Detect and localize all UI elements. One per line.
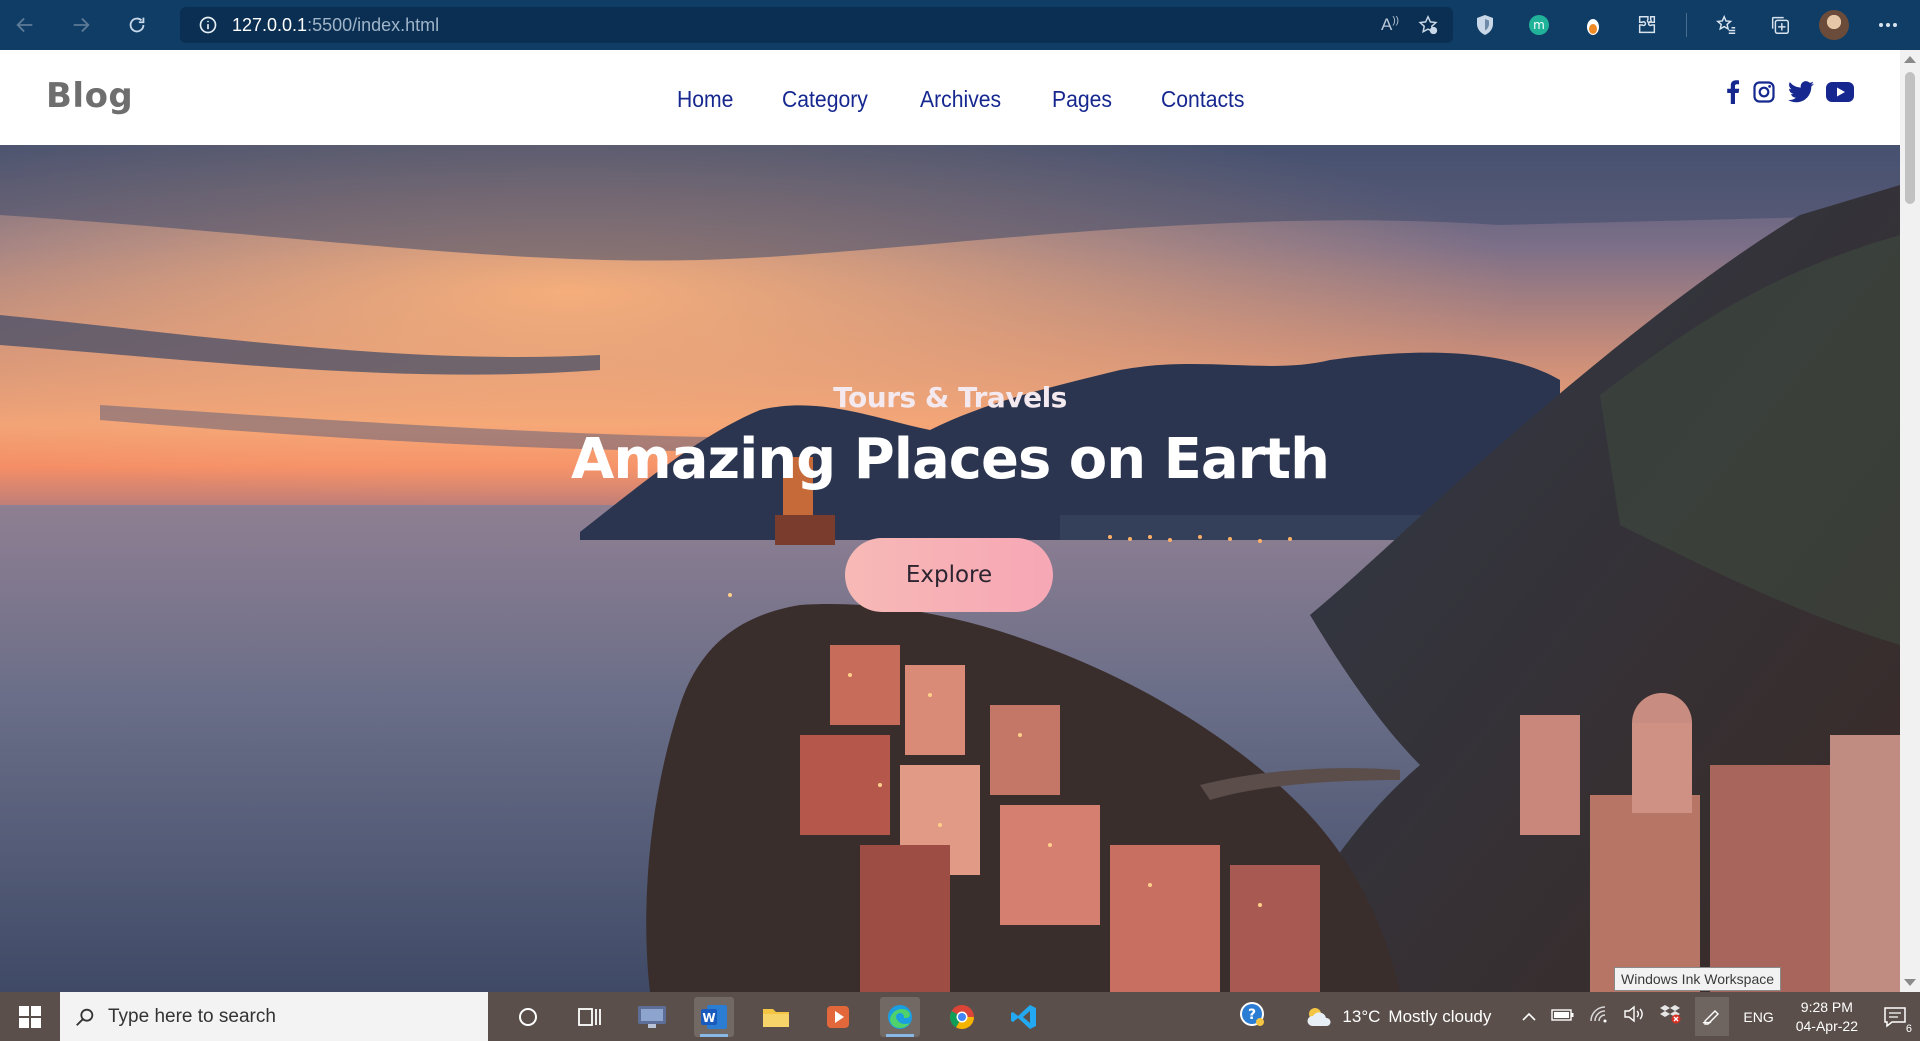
windows-taskbar: Type here to search W ? 13°C Mostly clou… xyxy=(0,992,1920,1041)
url-path: :5500/index.html xyxy=(307,14,440,35)
svg-text:?: ? xyxy=(1248,1007,1256,1023)
honey-extension-icon[interactable] xyxy=(1578,10,1608,40)
input-language[interactable]: ENG xyxy=(1743,1009,1773,1025)
nav-category[interactable]: Category xyxy=(782,86,868,113)
url-host: 127.0.0.1 xyxy=(232,14,308,35)
notifications-button[interactable]: 6 xyxy=(1872,992,1920,1041)
twitter-icon[interactable] xyxy=(1788,81,1814,103)
svg-text:W: W xyxy=(702,1011,715,1025)
chrome-icon[interactable] xyxy=(942,997,982,1037)
media-player-icon[interactable] xyxy=(818,997,858,1037)
task-view-icon[interactable] xyxy=(570,997,610,1037)
scroll-up-arrow-icon[interactable] xyxy=(1904,56,1916,63)
explore-button[interactable]: Explore xyxy=(845,538,1053,612)
taskbar-clock[interactable]: 9:28 PM 04-Apr-22 xyxy=(1796,998,1858,1036)
nav-contacts[interactable]: Contacts xyxy=(1161,86,1245,113)
refresh-button[interactable] xyxy=(112,0,162,50)
search-icon xyxy=(76,1008,94,1026)
file-explorer-icon[interactable] xyxy=(756,997,796,1037)
clock-date: 04-Apr-22 xyxy=(1795,1017,1858,1034)
monitor-app-icon[interactable] xyxy=(632,997,672,1037)
profile-avatar[interactable] xyxy=(1819,10,1849,40)
instagram-icon[interactable] xyxy=(1752,80,1776,104)
extensions-puzzle-icon[interactable] xyxy=(1632,10,1662,40)
hero-kicker: Tours & Travels xyxy=(833,381,1067,414)
help-icon[interactable]: ? xyxy=(1238,1000,1266,1033)
back-arrow-icon xyxy=(16,17,33,33)
social-links xyxy=(1726,80,1854,104)
youtube-icon[interactable] xyxy=(1826,82,1854,102)
back-button[interactable] xyxy=(0,0,50,50)
scroll-down-arrow-icon[interactable] xyxy=(1904,979,1916,986)
forward-button[interactable] xyxy=(56,0,106,50)
notification-count: 6 xyxy=(1905,1023,1912,1035)
tooltip-windows-ink: Windows Ink Workspace xyxy=(1614,967,1782,991)
cloudy-weather-icon xyxy=(1307,1007,1331,1026)
dropbox-icon[interactable] xyxy=(1659,1004,1681,1029)
show-hidden-icons-icon[interactable] xyxy=(1521,1007,1537,1027)
forward-arrow-icon xyxy=(73,17,90,33)
weather-temp: 13°C xyxy=(1342,1006,1381,1026)
site-logo[interactable]: Blog xyxy=(46,76,133,116)
facebook-icon[interactable] xyxy=(1726,80,1740,104)
browser-toolbar: 127.0.0.1:5500/index.html A)) m xyxy=(0,0,1920,50)
add-favorite-icon[interactable] xyxy=(1417,14,1439,36)
cortana-icon[interactable] xyxy=(508,997,548,1037)
main-nav: Home Category Archives Pages Contacts xyxy=(677,86,1252,113)
weather-desc: Mostly cloudy xyxy=(1388,1006,1492,1026)
page-viewport: Blog Home Category Archives Pages Contac… xyxy=(0,50,1900,992)
refresh-icon xyxy=(129,17,145,33)
windows-ink-icon[interactable] xyxy=(1695,997,1730,1036)
nav-archives[interactable]: Archives xyxy=(920,86,1001,113)
m-extension-icon[interactable]: m xyxy=(1524,10,1554,40)
page-scrollbar[interactable] xyxy=(1900,50,1920,992)
read-aloud-icon[interactable]: A)) xyxy=(1381,15,1399,35)
vscode-icon[interactable] xyxy=(1004,997,1044,1037)
edge-icon[interactable] xyxy=(880,996,920,1037)
clock-time: 9:28 PM xyxy=(1800,998,1853,1015)
site-header: Blog Home Category Archives Pages Contac… xyxy=(0,50,1900,145)
nav-pages[interactable]: Pages xyxy=(1052,86,1112,113)
battery-icon[interactable] xyxy=(1551,1007,1575,1027)
info-icon[interactable] xyxy=(198,15,218,35)
weather-widget[interactable]: 13°C Mostly cloudy xyxy=(1304,1006,1491,1028)
hero-headline: Amazing Places on Earth xyxy=(571,427,1330,492)
toolbar-separator xyxy=(1686,13,1687,37)
scroll-thumb[interactable] xyxy=(1905,72,1915,204)
nav-home[interactable]: Home xyxy=(677,86,733,113)
favorites-icon[interactable] xyxy=(1711,10,1741,40)
system-tray: ? 13°C Mostly cloudy ENG 9:28 PM 04-Apr-… xyxy=(1224,992,1920,1041)
windows-logo-icon xyxy=(19,1005,41,1028)
collections-icon[interactable] xyxy=(1765,10,1795,40)
wifi-icon[interactable] xyxy=(1589,1005,1609,1028)
shield-extension-icon[interactable] xyxy=(1470,10,1500,40)
search-placeholder: Type here to search xyxy=(108,1005,276,1027)
hero-banner: Tours & Travels Amazing Places on Earth … xyxy=(0,145,1900,992)
more-options-icon[interactable] xyxy=(1873,10,1903,40)
address-bar[interactable]: 127.0.0.1:5500/index.html A)) xyxy=(180,7,1453,43)
start-button[interactable] xyxy=(0,992,60,1041)
taskbar-search[interactable]: Type here to search xyxy=(60,992,488,1041)
volume-icon[interactable] xyxy=(1623,1005,1645,1028)
word-icon[interactable]: W xyxy=(694,996,734,1037)
svg-text:m: m xyxy=(1533,18,1545,32)
